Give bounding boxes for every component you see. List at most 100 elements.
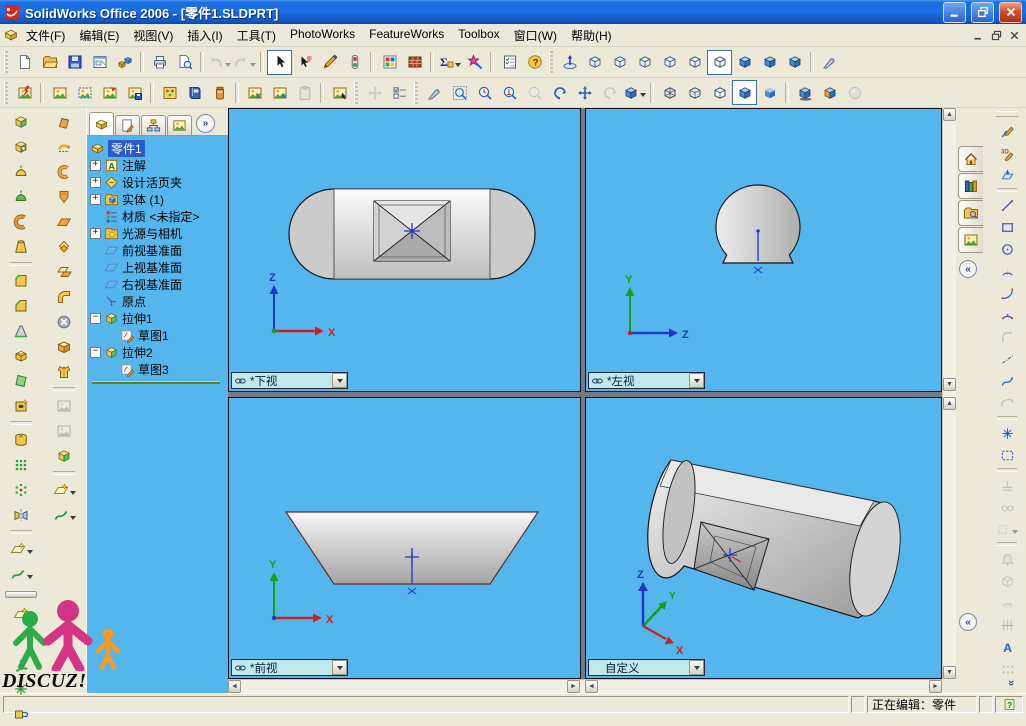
untrim-surface-button[interactable]: [50, 335, 78, 359]
photoworks-options-button[interactable]: [327, 80, 352, 105]
chamfer-button[interactable]: [7, 294, 35, 318]
surface-reference-geometry-button[interactable]: [50, 478, 78, 502]
reference-geometry-button[interactable]: [7, 537, 35, 561]
top-view-button[interactable]: [682, 50, 707, 75]
surface-curves-button[interactable]: [50, 503, 78, 527]
reference-axis-button[interactable]: [7, 627, 35, 651]
isometric-view-button[interactable]: [732, 50, 757, 75]
swept-boss-button[interactable]: [7, 210, 35, 234]
quick-tips-panel[interactable]: ?: [995, 696, 1023, 713]
options-button[interactable]: [497, 50, 522, 75]
reference-plane-button[interactable]: [7, 602, 35, 626]
extruded-boss-button[interactable]: [7, 110, 35, 134]
close-button[interactable]: [999, 1, 1022, 23]
photoworks-items-tab[interactable]: [167, 115, 192, 135]
design-table-button[interactable]: Σ: [437, 50, 462, 75]
reference-probe-button[interactable]: [422, 80, 447, 105]
extruded-surface-button[interactable]: [50, 110, 78, 134]
mid-surface-button[interactable]: [50, 260, 78, 284]
restore-button[interactable]: [971, 1, 994, 23]
vertical-scrollbar[interactable]: ▲ ▼ ▲ ▼: [942, 108, 956, 679]
bottom-view-button[interactable]: [707, 49, 732, 75]
tree-item-sketch1[interactable]: 草图1: [90, 327, 228, 344]
horizontal-splitter[interactable]: [228, 392, 942, 397]
display-relations-button[interactable]: [993, 496, 1021, 518]
rebuild-button[interactable]: [342, 50, 367, 75]
solidworks-resources-tab[interactable]: [958, 146, 983, 172]
partial-ellipse-button[interactable]: [993, 392, 1021, 414]
view-orientation-combo[interactable]: *左视: [588, 372, 705, 389]
check-sketch-button[interactable]: [993, 548, 1021, 570]
make-drawing-from-part-button[interactable]: [87, 50, 112, 75]
configurationmanager-tab[interactable]: [141, 115, 166, 135]
zoom-in-out-button[interactable]: [497, 80, 522, 105]
linear-pattern-button[interactable]: [7, 453, 35, 477]
copy-render-settings-button[interactable]: [242, 80, 267, 105]
sketch-toolbar-more-button[interactable]: »: [1005, 680, 1017, 686]
render-selection-button[interactable]: [72, 80, 97, 105]
redo-button[interactable]: [232, 50, 257, 75]
tree-tabs-overflow-button[interactable]: »: [196, 114, 215, 133]
combo-dropdown-button[interactable]: [332, 660, 347, 675]
section-view-button[interactable]: [817, 80, 842, 105]
rib-button[interactable]: [7, 319, 35, 343]
viewport-bottom-view[interactable]: Z X *下视: [228, 108, 581, 392]
extruded-cut-button[interactable]: [7, 135, 35, 159]
linear-sketch-pattern-button[interactable]: [993, 658, 1021, 680]
paste-render-settings-button[interactable]: [292, 80, 317, 105]
menu-help[interactable]: 帮助(H): [564, 25, 619, 46]
shaded-button[interactable]: [757, 80, 782, 105]
wrap-button[interactable]: [7, 428, 35, 452]
view-orientation-combo[interactable]: *下视: [231, 372, 348, 389]
dimetric-view-button[interactable]: [782, 50, 807, 75]
save-button[interactable]: [62, 50, 87, 75]
trimetric-view-button[interactable]: [757, 50, 782, 75]
hidden-lines-removed-button[interactable]: [707, 80, 732, 105]
material-editor-button[interactable]: [182, 80, 207, 105]
toolbar-grip[interactable]: [549, 51, 553, 73]
extend-surface-button[interactable]: [50, 394, 78, 418]
sketch-fillet-button[interactable]: [993, 326, 1021, 348]
edit-color-button[interactable]: [377, 50, 402, 75]
sketch-text-button[interactable]: A: [993, 636, 1021, 658]
scroll-up-button[interactable]: ▲: [943, 108, 956, 121]
scroll-right-button[interactable]: ►: [567, 680, 580, 693]
toolbar-grip[interactable]: [996, 111, 1018, 117]
featuremanager-tab[interactable]: [89, 112, 114, 135]
revolved-cut-button[interactable]: [7, 185, 35, 209]
offset-entities-button[interactable]: [993, 592, 1021, 614]
rotate-view-button[interactable]: [547, 80, 572, 105]
mate-reference-button[interactable]: [7, 702, 35, 726]
scroll-up-button[interactable]: ▲: [943, 397, 956, 410]
point-button[interactable]: [993, 422, 1021, 444]
sketch-toggle-button[interactable]: [317, 50, 342, 75]
print-preview-button[interactable]: [172, 50, 197, 75]
toolbar-drag-handle[interactable]: [5, 591, 37, 598]
line-button[interactable]: [993, 194, 1021, 216]
tree-item-front-plane[interactable]: 前视基准面: [90, 242, 228, 259]
zoom-to-area-button[interactable]: [472, 80, 497, 105]
swept-surface-button[interactable]: [50, 160, 78, 184]
zoom-to-fit-button[interactable]: [447, 80, 472, 105]
menu-edit[interactable]: 编辑(E): [72, 25, 126, 46]
toolbar-grip[interactable]: [354, 81, 358, 104]
motion-trace-button[interactable]: [362, 80, 387, 105]
circle-button[interactable]: [993, 238, 1021, 260]
help-button[interactable]: ?: [522, 50, 547, 75]
shaded-with-edges-button[interactable]: [732, 80, 757, 105]
convert-entities-button[interactable]: [993, 570, 1021, 592]
rectangle-button[interactable]: [993, 216, 1021, 238]
tree-expander[interactable]: +: [90, 177, 101, 188]
tree-item-lights-cameras[interactable]: + 光源与相机: [90, 225, 228, 242]
child-minimize-button[interactable]: [970, 28, 987, 43]
rollback-bar[interactable]: [92, 381, 220, 384]
3d-sketch-button[interactable]: 3D: [993, 142, 1021, 164]
viewport-custom-view[interactable]: Z Y X 自定义: [585, 397, 942, 679]
realview-button[interactable]: [842, 80, 867, 105]
menu-insert[interactable]: 插入(I): [180, 25, 229, 46]
render-to-file-button[interactable]: [122, 80, 147, 105]
offset-surface-button[interactable]: [50, 235, 78, 259]
print-button[interactable]: [147, 50, 172, 75]
task-pane-collapse-button-2[interactable]: «: [959, 613, 977, 631]
edit-texture-button[interactable]: [402, 50, 427, 75]
